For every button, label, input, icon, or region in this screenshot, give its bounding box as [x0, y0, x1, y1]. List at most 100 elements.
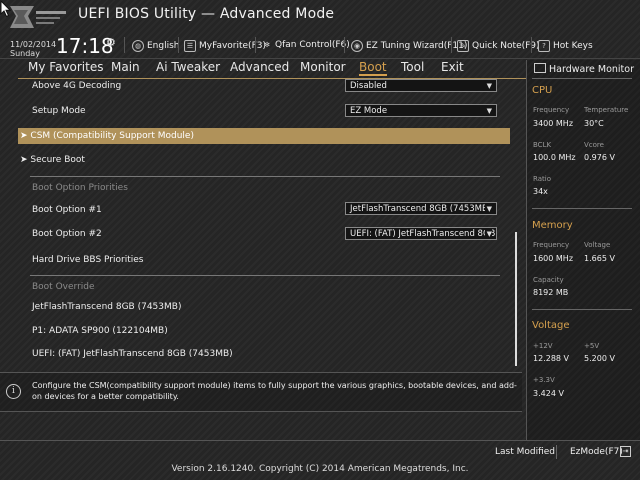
date-text: 11/02/2014 — [10, 40, 57, 49]
tab-tool[interactable]: Tool — [401, 60, 424, 74]
monitor-icon — [534, 63, 546, 73]
memory-section-header: Memory — [532, 220, 573, 231]
exit-arrow-icon[interactable]: ⇥ — [620, 446, 631, 457]
boot-option-1-select[interactable]: JetFlashTranscend 8GB (7453MB) ▼ — [345, 202, 497, 215]
submenu-arrow-icon: ➤ — [20, 155, 31, 165]
boot-override-item[interactable]: JetFlashTranscend 8GB (7453MB) — [32, 302, 181, 312]
window-title: UEFI BIOS Utility — Advanced Mode — [78, 6, 335, 22]
ez-tuning-label: EZ Tuning Wizard(F11) — [366, 41, 468, 51]
boot-option-2-select[interactable]: UEFI: (FAT) JetFlashTranscend 8GB (7453M… — [345, 227, 497, 240]
boot-override-item[interactable]: UEFI: (FAT) JetFlashTranscend 8GB (7453M… — [32, 349, 233, 359]
above-4g-decoding-value: Disabled — [350, 81, 387, 91]
cpu-temperature-label: Temperature — [584, 106, 629, 114]
qfan-control-button[interactable]: ✻ Qfan Control(F6) — [262, 40, 350, 50]
boot-option-1-label: Boot Option #1 — [32, 205, 102, 215]
hot-keys-label: Hot Keys — [553, 41, 593, 51]
boot-option-1-value: JetFlashTranscend 8GB (7453MB) — [350, 204, 492, 214]
date-display: 11/02/2014 Sunday — [10, 40, 56, 58]
tab-exit[interactable]: Exit — [441, 60, 464, 74]
globe-icon: ◍ — [132, 40, 144, 52]
csm-submenu[interactable]: ➤ CSM (Compatibility Support Module) — [20, 131, 194, 141]
bclk-label: BCLK — [533, 141, 552, 149]
bclk-value: 100.0 MHz — [533, 153, 576, 162]
hardware-monitor-title: Hardware Monitor — [534, 63, 634, 75]
separator — [531, 37, 532, 53]
favorite-icon: ☰ — [184, 40, 196, 52]
tab-advanced[interactable]: Advanced — [230, 60, 289, 74]
cpu-frequency-value: 3400 MHz — [533, 119, 574, 128]
dropdown-arrow-icon: ▼ — [484, 203, 492, 214]
divider — [532, 309, 632, 310]
fan-icon: ✻ — [264, 41, 270, 49]
tab-my-favorites[interactable]: My Favorites — [28, 60, 103, 74]
boot-override-header: Boot Override — [32, 282, 95, 292]
separator — [344, 37, 345, 53]
memory-voltage-label: Voltage — [584, 241, 611, 249]
divider — [532, 78, 632, 79]
setup-mode-label: Setup Mode — [32, 106, 86, 116]
hard-drive-bbs-priorities-item[interactable]: Hard Drive BBS Priorities — [32, 255, 143, 265]
quick-note-label: Quick Note(F9) — [472, 41, 540, 51]
divider — [30, 176, 500, 177]
wizard-icon: ◉ — [351, 40, 363, 52]
version-text: Version 2.16.1240. Copyright (C) 2014 Am… — [171, 464, 469, 474]
main-tab-bar: My Favorites Main Ai Tweaker Advanced Mo… — [18, 60, 526, 79]
cpu-temperature-value: 30°C — [584, 119, 604, 128]
last-modified-button[interactable]: Last Modified — [495, 447, 555, 457]
scrollbar[interactable] — [515, 232, 517, 366]
v12-value: 12.288 V — [533, 354, 570, 363]
v5-label: +5V — [584, 342, 600, 350]
secure-boot-submenu[interactable]: ➤ Secure Boot — [20, 155, 85, 165]
boot-option-2-value: UEFI: (FAT) JetFlashTranscend 8GB (7453M… — [350, 229, 496, 239]
separator — [255, 37, 256, 53]
v33-value: 3.424 V — [533, 389, 564, 398]
setup-mode-select[interactable]: EZ Mode ▼ — [345, 104, 497, 117]
memory-frequency-label: Frequency — [533, 241, 570, 249]
hardware-monitor-title-text: Hardware Monitor — [549, 64, 634, 75]
tab-boot[interactable]: Boot — [359, 60, 387, 76]
capacity-value: 8192 MB — [533, 288, 569, 297]
tab-ai-tweaker[interactable]: Ai Tweaker — [156, 60, 220, 74]
dropdown-arrow-icon: ▼ — [484, 228, 492, 239]
separator — [451, 37, 452, 53]
day-text: Sunday — [10, 49, 40, 58]
above-4g-decoding-select[interactable]: Disabled ▼ — [345, 79, 497, 92]
help-text: Configure the CSM(compatibility support … — [32, 381, 517, 401]
dropdown-arrow-icon: ▼ — [484, 105, 492, 116]
cpu-frequency-label: Frequency — [533, 106, 570, 114]
cpu-section-header: CPU — [532, 85, 553, 96]
quick-note-button[interactable]: ✎ Quick Note(F9) — [457, 40, 540, 52]
ezmode-button[interactable]: EzMode(F7) — [570, 447, 623, 457]
divider — [532, 208, 632, 209]
bios-window: UEFI BIOS Utility — Advanced Mode 11/02/… — [0, 0, 640, 480]
vcore-value: 0.976 V — [584, 153, 615, 162]
v33-label: +3.3V — [533, 376, 555, 384]
info-icon: i — [6, 384, 21, 399]
separator — [556, 445, 557, 459]
tuf-logo-icon — [10, 6, 66, 28]
divider — [30, 275, 500, 276]
myfavorite-button[interactable]: ☰ MyFavorite(F3) — [184, 40, 266, 52]
language-button[interactable]: ◍ English — [132, 40, 180, 52]
ratio-value: 34x — [533, 187, 548, 196]
help-icon: ? — [538, 40, 550, 52]
tab-monitor[interactable]: Monitor — [300, 60, 346, 74]
submenu-arrow-icon: ➤ — [20, 131, 31, 141]
settings-gear-icon[interactable]: ⚙ — [106, 36, 116, 49]
dropdown-arrow-icon: ▼ — [484, 80, 492, 91]
separator — [124, 37, 125, 53]
tab-main[interactable]: Main — [111, 60, 140, 74]
memory-voltage-value: 1.665 V — [584, 254, 615, 263]
ez-tuning-wizard-button[interactable]: ◉ EZ Tuning Wizard(F11) — [351, 40, 467, 52]
hot-keys-button[interactable]: ? Hot Keys — [538, 40, 593, 52]
boot-override-item[interactable]: P1: ADATA SP900 (122104MB) — [32, 326, 168, 336]
setup-mode-value: EZ Mode — [350, 106, 388, 116]
qfan-label: Qfan Control(F6) — [275, 40, 350, 50]
v5-value: 5.200 V — [584, 354, 615, 363]
secure-boot-label: Secure Boot — [30, 155, 85, 165]
note-icon: ✎ — [457, 40, 469, 52]
voltage-section-header: Voltage — [532, 320, 570, 331]
v12-label: +12V — [533, 342, 553, 350]
language-label: English — [147, 41, 180, 51]
capacity-label: Capacity — [533, 276, 564, 284]
